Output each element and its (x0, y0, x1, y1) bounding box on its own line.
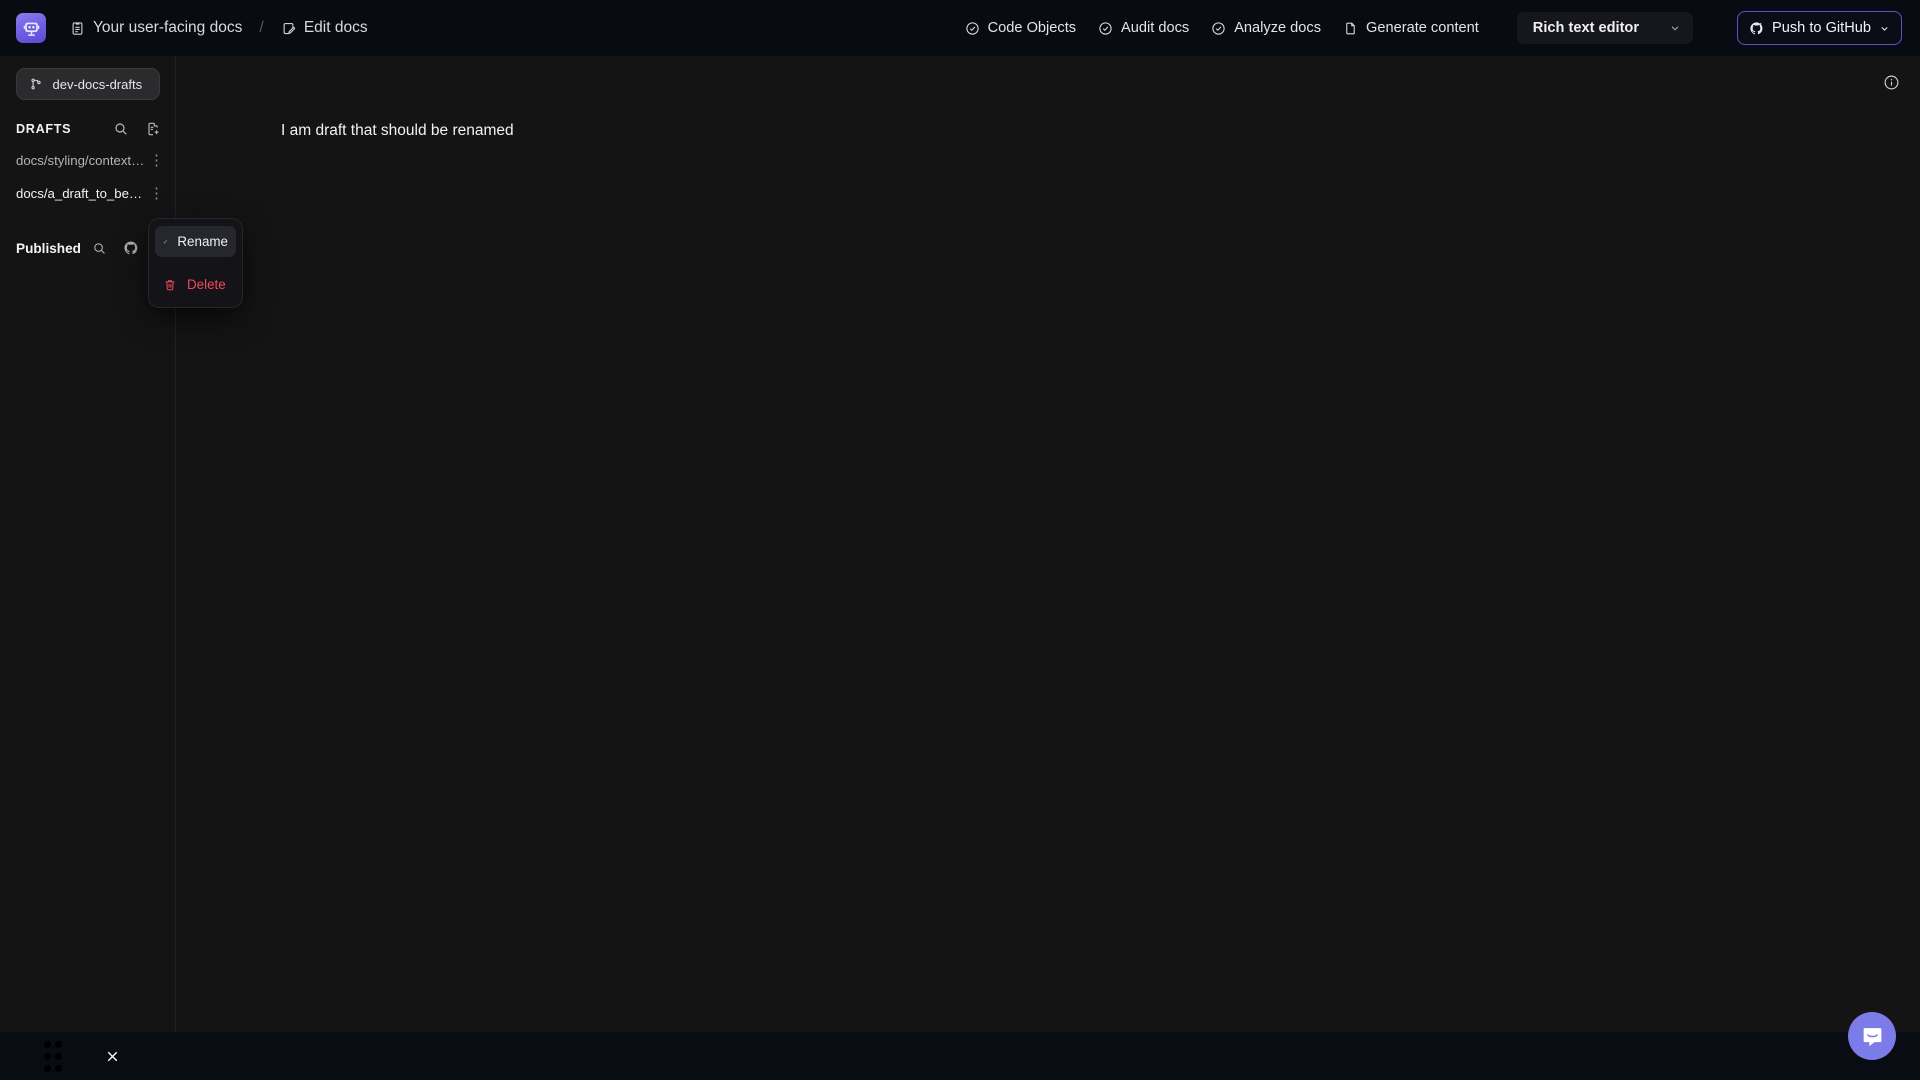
toolbar-audit-docs-label: Audit docs (1121, 20, 1190, 36)
toolbar-item-code-objects[interactable]: Code Objects (965, 20, 1076, 36)
draft-item-kebab-menu[interactable]: ⋮ (146, 186, 167, 201)
git-branch-icon (30, 78, 41, 90)
context-menu-rename-label: Rename (177, 234, 228, 249)
file-text-icon (1346, 22, 1355, 34)
drafts-section-title: DRAFTS (16, 122, 72, 136)
document-body-text[interactable]: I am draft that should be renamed (281, 122, 514, 140)
published-section-title: Published (16, 240, 81, 256)
top-bar: Your user-facing docs / Edit docs Code O… (0, 0, 1920, 56)
editor-area: I am draft that should be renamed (176, 56, 1920, 1080)
circle-check-icon (1099, 21, 1112, 35)
editor-mode-select[interactable]: Rich text editor (1516, 12, 1694, 44)
context-menu-delete-label: Delete (187, 277, 226, 292)
editor-mode-label: Rich text editor (1532, 20, 1640, 36)
context-menu-item-delete[interactable]: Delete (155, 269, 236, 300)
breadcrumb: Your user-facing docs / Edit docs (68, 15, 370, 41)
trash-icon (165, 279, 175, 290)
circle-check-icon (965, 21, 979, 35)
robot-face-icon (23, 22, 39, 36)
toolbar-item-generate-content[interactable]: Generate content (1343, 20, 1479, 36)
github-icon[interactable] (123, 240, 139, 256)
push-to-github-button[interactable]: Push to GitHub (1737, 11, 1902, 45)
top-toolbar: Code Objects Audit docs Analyze docs Gen… (965, 11, 1920, 45)
pencil-icon (163, 239, 167, 243)
draft-context-menu: Rename Delete (148, 218, 243, 308)
search-icon[interactable] (113, 121, 129, 137)
draft-item-kebab-menu[interactable]: ⋮ (146, 153, 167, 168)
drag-handle-dots-icon[interactable] (44, 1040, 62, 1072)
push-to-github-label: Push to GitHub (1772, 20, 1871, 36)
chat-widget-button[interactable] (1848, 1012, 1896, 1060)
app-logo[interactable] (16, 13, 46, 43)
intercom-message-icon (1863, 1027, 1881, 1046)
doc-pencil-icon (283, 22, 295, 34)
branch-selector[interactable]: dev-docs-drafts (15, 68, 160, 100)
drafts-section-actions (113, 121, 161, 137)
context-menu-item-rename[interactable]: Rename (155, 226, 236, 257)
toolbar-code-objects-label: Code Objects (987, 20, 1077, 36)
info-circle-icon[interactable] (1883, 74, 1900, 96)
draft-item-label: docs/styling/context… (16, 153, 145, 168)
branch-label: dev-docs-drafts (52, 76, 143, 92)
bottom-bar (0, 1032, 1920, 1080)
chevron-down-icon (1671, 26, 1679, 31)
toolbar-item-audit-docs[interactable]: Audit docs (1098, 20, 1189, 36)
breadcrumb-item-project[interactable]: Your user-facing docs (68, 15, 244, 41)
sidebar: dev-docs-drafts DRAFTS docs/styling/cont… (0, 56, 176, 1080)
draft-list-item[interactable]: docs/styling/context… ⋮ (0, 144, 175, 177)
chevron-down-icon (1881, 26, 1888, 31)
published-section-actions (92, 240, 139, 256)
draft-list-item[interactable]: docs/a_draft_to_be_ren ⋮ (0, 177, 175, 210)
breadcrumb-edit-docs-label: Edit docs (303, 19, 368, 36)
github-push-icon (1750, 21, 1763, 34)
toolbar-analyze-docs-label: Analyze docs (1234, 20, 1322, 36)
toolbar-item-analyze-docs[interactable]: Analyze docs (1211, 20, 1321, 36)
breadcrumb-project-label: Your user-facing docs (93, 19, 243, 36)
toolbar-generate-content-label: Generate content (1366, 20, 1479, 36)
circle-check-icon (1212, 21, 1225, 35)
breadcrumb-item-edit-docs[interactable]: Edit docs (279, 15, 370, 41)
clipboard-doc-icon (72, 21, 83, 35)
search-icon[interactable] (92, 241, 107, 256)
drafts-section-header: DRAFTS (0, 114, 175, 144)
close-x-icon[interactable] (104, 1048, 121, 1065)
new-document-icon[interactable] (145, 121, 161, 137)
draft-item-label: docs/a_draft_to_be_ren (16, 186, 146, 201)
breadcrumb-separator: / (259, 19, 264, 36)
